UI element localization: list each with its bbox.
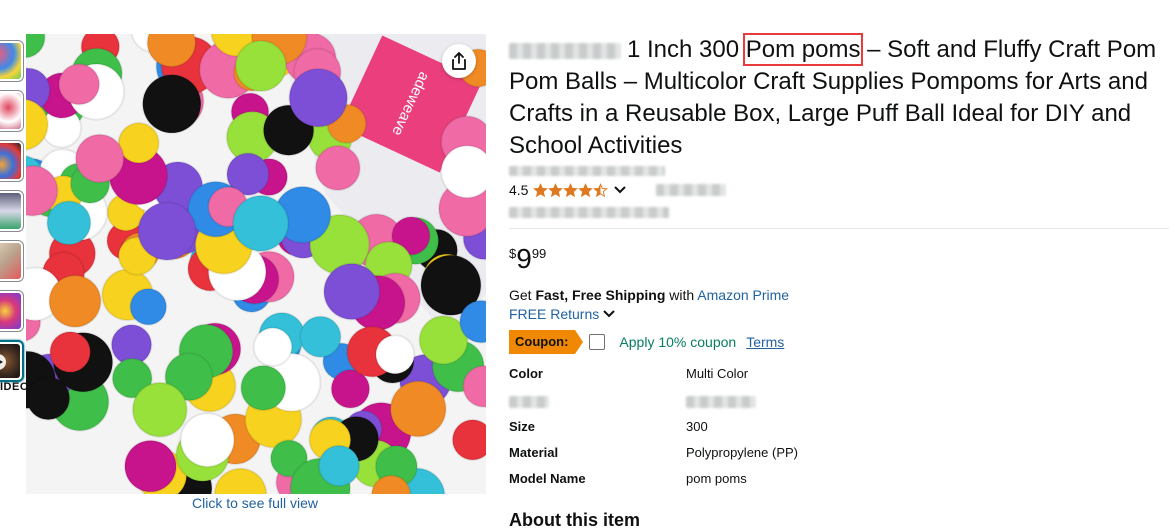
see-full-view-link[interactable]: Click to see full view	[192, 495, 318, 511]
thumbnail-4[interactable]	[0, 190, 24, 232]
returns-label: FREE Returns	[509, 306, 600, 322]
star-icon	[593, 182, 609, 197]
spec-value: pom poms	[686, 471, 747, 486]
share-icon	[452, 52, 466, 70]
spec-key: Color	[509, 366, 543, 381]
pom-pom	[179, 412, 236, 468]
pom-pom	[46, 200, 92, 246]
thumbnail-6[interactable]	[0, 290, 24, 332]
pom-pom	[374, 334, 416, 375]
thumbnail-5[interactable]	[0, 240, 24, 282]
pom-pom	[232, 194, 290, 252]
pom-pom	[234, 39, 288, 93]
shipping-bold: Fast, Free Shipping	[535, 287, 666, 303]
price-whole: 9	[516, 243, 532, 274]
coupon-badge: Coupon:	[509, 330, 584, 354]
star-icon	[548, 182, 564, 197]
star-icon	[578, 182, 594, 197]
pom-pom	[240, 364, 287, 412]
pom-pom	[323, 262, 381, 321]
pom-pom	[299, 315, 342, 359]
share-button[interactable]	[442, 44, 476, 78]
ratings-count-redacted[interactable]	[656, 184, 727, 196]
shipping-middle: with	[665, 287, 698, 303]
free-returns-link[interactable]: FREE Returns	[509, 306, 615, 322]
shipping-info: Get Fast, Free Shipping with Amazon Prim…	[509, 287, 789, 303]
spec-key-redacted	[509, 396, 549, 408]
spec-row-material: Material Polypropylene (PP)	[509, 445, 1009, 465]
shipping-prefix: Get	[509, 287, 536, 303]
price: $ 9 99	[509, 244, 546, 274]
pom-pom	[48, 274, 102, 328]
apply-coupon-label[interactable]: Apply 10% coupon	[619, 334, 736, 350]
spec-row-color: Color Multi Color	[509, 366, 1009, 386]
pom-pom	[141, 73, 202, 134]
video-label: IDEO	[0, 381, 29, 393]
amazon-prime-link[interactable]: Amazon Prime	[697, 287, 789, 303]
spec-value: 300	[686, 419, 708, 434]
chevron-down-icon[interactable]	[614, 186, 627, 194]
title-highlight: Pom poms	[742, 33, 864, 66]
rating-row: 4.5	[509, 182, 727, 198]
pom-pom	[129, 287, 168, 326]
pom-pom	[389, 380, 447, 438]
pom-pom	[57, 63, 101, 106]
pom-poms-illustration: adeweave	[26, 34, 486, 494]
pom-pom	[252, 326, 293, 368]
spec-row-size: Size 300	[509, 419, 1009, 439]
spec-value-redacted	[686, 396, 756, 408]
title-text: 1 Inch 300	[627, 36, 746, 63]
pom-pom	[131, 381, 188, 438]
pom-pom	[49, 330, 92, 374]
spec-key: Size	[509, 419, 536, 434]
pom-pom	[123, 439, 178, 493]
pom-pom	[288, 67, 349, 128]
chevron-down-icon	[603, 310, 615, 318]
spec-key: Material	[509, 445, 559, 460]
star-icon	[563, 182, 579, 197]
pom-pom	[117, 122, 160, 164]
star-rating[interactable]	[533, 182, 609, 198]
bought-info-redacted	[509, 207, 669, 218]
about-heading: About this item	[509, 510, 640, 530]
thumbnail-video[interactable]	[0, 340, 24, 382]
main-product-image[interactable]: adeweave	[26, 34, 486, 494]
pom-pom	[137, 201, 197, 261]
brand-name-redacted	[509, 42, 621, 59]
price-fraction: 99	[531, 246, 547, 261]
price-symbol: $	[509, 246, 517, 261]
spec-value: Polypropylene (PP)	[686, 445, 798, 460]
pom-pom	[26, 376, 71, 421]
star-icon	[533, 182, 549, 197]
thumbnail-2[interactable]	[0, 90, 24, 132]
store-link-redacted[interactable]	[509, 166, 665, 176]
coupon-checkbox[interactable]	[589, 334, 606, 350]
pom-pom	[451, 418, 486, 461]
pom-pom	[440, 144, 486, 199]
pom-pom	[74, 133, 125, 184]
thumbnail-3[interactable]	[0, 140, 24, 182]
coupon-row: Coupon: Apply 10% coupon Terms	[509, 330, 784, 354]
spec-key: Model Name	[509, 471, 586, 486]
terms-link[interactable]: Terms	[746, 334, 784, 350]
spec-row-model-name: Model Name pom poms	[509, 471, 1009, 491]
pom-pom	[317, 444, 361, 487]
thumbnail-1[interactable]	[0, 40, 24, 82]
rating-value: 4.5	[509, 182, 529, 198]
divider	[509, 228, 1169, 229]
spec-row-redacted	[509, 393, 1009, 413]
product-title: 1 Inch 300 Pom poms – Soft and Fluffy Cr…	[509, 33, 1169, 162]
pom-pom	[314, 144, 361, 192]
spec-value: Multi Color	[686, 366, 749, 381]
